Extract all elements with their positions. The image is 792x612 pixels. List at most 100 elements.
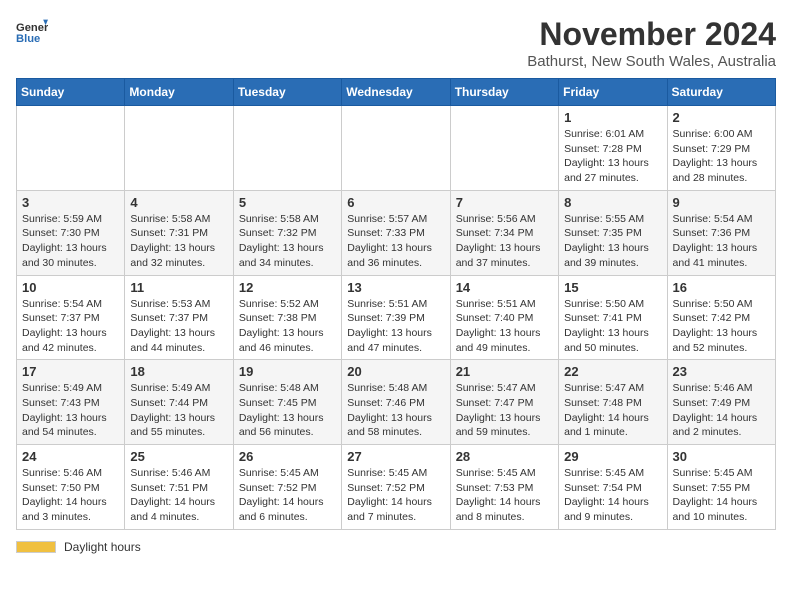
day-number: 28 — [456, 449, 553, 464]
day-number: 10 — [22, 280, 119, 295]
day-number: 12 — [239, 280, 336, 295]
calendar-cell: 11 Sunrise: 5:53 AM Sunset: 7:37 PM Dayli… — [125, 275, 233, 360]
day-info: Sunrise: 5:46 AM Sunset: 7:50 PM Dayligh… — [22, 466, 119, 525]
calendar-cell: 17Sunrise: 5:49 AM Sunset: 7:43 PM Dayli… — [17, 360, 125, 445]
calendar-week-3: 17Sunrise: 5:49 AM Sunset: 7:43 PM Dayli… — [17, 360, 776, 445]
day-info: Sunrise: 5:49 AM Sunset: 7:44 PM Dayligh… — [130, 381, 227, 440]
day-number: 7 — [456, 195, 553, 210]
calendar-week-2: 10 Sunrise: 5:54 AM Sunset: 7:37 PM Dayli… — [17, 275, 776, 360]
day-number: 25 — [130, 449, 227, 464]
day-number: 2 — [673, 110, 770, 125]
calendar-cell: 24 Sunrise: 5:46 AM Sunset: 7:50 PM Dayli… — [17, 445, 125, 530]
day-info: Sunrise: 5:54 AM Sunset: 7:37 PM Dayligh… — [22, 297, 119, 356]
day-number: 1 — [564, 110, 661, 125]
calendar-week-0: 1 Sunrise: 6:01 AM Sunset: 7:28 PM Daylig… — [17, 106, 776, 191]
day-info: Sunrise: 5:45 AM Sunset: 7:54 PM Dayligh… — [564, 466, 661, 525]
svg-text:General: General — [16, 22, 48, 34]
location-title: Bathurst, New South Wales, Australia — [527, 53, 776, 70]
day-info: Sunrise: 5:58 AM Sunset: 7:32 PM Dayligh… — [239, 212, 336, 271]
day-info: Sunrise: 5:59 AM Sunset: 7:30 PM Dayligh… — [22, 212, 119, 271]
day-info: Sunrise: 5:48 AM Sunset: 7:46 PM Dayligh… — [347, 381, 444, 440]
day-number: 21 — [456, 364, 553, 379]
day-number: 30 — [673, 449, 770, 464]
calendar-cell: 7 Sunrise: 5:56 AM Sunset: 7:34 PM Daylig… — [450, 190, 558, 275]
calendar-header-sunday: Sunday — [17, 79, 125, 106]
footer: Daylight hours — [16, 540, 776, 554]
day-number: 11 — [130, 280, 227, 295]
calendar-cell — [125, 106, 233, 191]
day-number: 15 — [564, 280, 661, 295]
calendar-cell: 25 Sunrise: 5:46 AM Sunset: 7:51 PM Dayli… — [125, 445, 233, 530]
day-number: 27 — [347, 449, 444, 464]
daylight-bar-icon — [16, 541, 56, 553]
svg-text:Blue: Blue — [16, 33, 40, 45]
day-number: 5 — [239, 195, 336, 210]
day-number: 6 — [347, 195, 444, 210]
day-info: Sunrise: 5:56 AM Sunset: 7:34 PM Dayligh… — [456, 212, 553, 271]
calendar-header-friday: Friday — [559, 79, 667, 106]
day-info: Sunrise: 5:50 AM Sunset: 7:42 PM Dayligh… — [673, 297, 770, 356]
day-info: Sunrise: 5:46 AM Sunset: 7:51 PM Dayligh… — [130, 466, 227, 525]
day-number: 24 — [22, 449, 119, 464]
calendar-table: SundayMondayTuesdayWednesdayThursdayFrid… — [16, 78, 776, 530]
calendar-header-tuesday: Tuesday — [233, 79, 341, 106]
calendar-cell — [17, 106, 125, 191]
day-info: Sunrise: 5:47 AM Sunset: 7:47 PM Dayligh… — [456, 381, 553, 440]
day-info: Sunrise: 5:51 AM Sunset: 7:39 PM Dayligh… — [347, 297, 444, 356]
calendar-cell: 21 Sunrise: 5:47 AM Sunset: 7:47 PM Dayli… — [450, 360, 558, 445]
day-info: Sunrise: 5:53 AM Sunset: 7:37 PM Dayligh… — [130, 297, 227, 356]
day-number: 17 — [22, 364, 119, 379]
day-info: Sunrise: 5:45 AM Sunset: 7:52 PM Dayligh… — [239, 466, 336, 525]
calendar-cell: 27 Sunrise: 5:45 AM Sunset: 7:52 PM Dayli… — [342, 445, 450, 530]
logo-svg: General Blue — [16, 16, 48, 52]
daylight-label: Daylight hours — [64, 540, 141, 554]
logo: General Blue — [16, 16, 48, 52]
day-number: 22 — [564, 364, 661, 379]
calendar-cell: 15Sunrise: 5:50 AM Sunset: 7:41 PM Dayli… — [559, 275, 667, 360]
day-info: Sunrise: 5:47 AM Sunset: 7:48 PM Dayligh… — [564, 381, 661, 440]
day-info: Sunrise: 5:57 AM Sunset: 7:33 PM Dayligh… — [347, 212, 444, 271]
calendar-cell: 30Sunrise: 5:45 AM Sunset: 7:55 PM Dayli… — [667, 445, 775, 530]
day-info: Sunrise: 5:45 AM Sunset: 7:52 PM Dayligh… — [347, 466, 444, 525]
calendar-header-row: SundayMondayTuesdayWednesdayThursdayFrid… — [17, 79, 776, 106]
calendar-cell: 23Sunrise: 5:46 AM Sunset: 7:49 PM Dayli… — [667, 360, 775, 445]
day-number: 16 — [673, 280, 770, 295]
day-info: Sunrise: 6:01 AM Sunset: 7:28 PM Dayligh… — [564, 127, 661, 186]
day-info: Sunrise: 5:48 AM Sunset: 7:45 PM Dayligh… — [239, 381, 336, 440]
calendar-header-monday: Monday — [125, 79, 233, 106]
calendar-cell: 18Sunrise: 5:49 AM Sunset: 7:44 PM Dayli… — [125, 360, 233, 445]
calendar-cell: 1 Sunrise: 6:01 AM Sunset: 7:28 PM Daylig… — [559, 106, 667, 191]
calendar-cell: 9Sunrise: 5:54 AM Sunset: 7:36 PM Daylig… — [667, 190, 775, 275]
calendar-cell: 12 Sunrise: 5:52 AM Sunset: 7:38 PM Dayli… — [233, 275, 341, 360]
calendar-header-saturday: Saturday — [667, 79, 775, 106]
day-number: 14 — [456, 280, 553, 295]
calendar-cell — [450, 106, 558, 191]
calendar-cell: 28 Sunrise: 5:45 AM Sunset: 7:53 PM Dayli… — [450, 445, 558, 530]
day-number: 3 — [22, 195, 119, 210]
day-number: 8 — [564, 195, 661, 210]
calendar-cell: 13 Sunrise: 5:51 AM Sunset: 7:39 PM Dayli… — [342, 275, 450, 360]
month-title: November 2024 — [527, 16, 776, 53]
calendar-week-4: 24 Sunrise: 5:46 AM Sunset: 7:50 PM Dayli… — [17, 445, 776, 530]
calendar-cell: 22 Sunrise: 5:47 AM Sunset: 7:48 PM Dayli… — [559, 360, 667, 445]
day-number: 20 — [347, 364, 444, 379]
calendar-cell — [342, 106, 450, 191]
calendar-week-1: 3 Sunrise: 5:59 AM Sunset: 7:30 PM Daylig… — [17, 190, 776, 275]
calendar-cell: 3 Sunrise: 5:59 AM Sunset: 7:30 PM Daylig… — [17, 190, 125, 275]
calendar-cell: 6 Sunrise: 5:57 AM Sunset: 7:33 PM Daylig… — [342, 190, 450, 275]
calendar-cell: 26 Sunrise: 5:45 AM Sunset: 7:52 PM Dayli… — [233, 445, 341, 530]
day-info: Sunrise: 5:52 AM Sunset: 7:38 PM Dayligh… — [239, 297, 336, 356]
calendar-cell: 2Sunrise: 6:00 AM Sunset: 7:29 PM Daylig… — [667, 106, 775, 191]
day-info: Sunrise: 5:54 AM Sunset: 7:36 PM Dayligh… — [673, 212, 770, 271]
calendar-cell: 20 Sunrise: 5:48 AM Sunset: 7:46 PM Dayli… — [342, 360, 450, 445]
calendar-cell — [233, 106, 341, 191]
day-info: Sunrise: 5:51 AM Sunset: 7:40 PM Dayligh… — [456, 297, 553, 356]
calendar-cell: 10 Sunrise: 5:54 AM Sunset: 7:37 PM Dayli… — [17, 275, 125, 360]
calendar-cell: 16 Sunrise: 5:50 AM Sunset: 7:42 PM Dayli… — [667, 275, 775, 360]
day-number: 13 — [347, 280, 444, 295]
calendar-cell: 19Sunrise: 5:48 AM Sunset: 7:45 PM Dayli… — [233, 360, 341, 445]
day-number: 26 — [239, 449, 336, 464]
day-info: Sunrise: 5:45 AM Sunset: 7:53 PM Dayligh… — [456, 466, 553, 525]
day-number: 29 — [564, 449, 661, 464]
day-info: Sunrise: 5:58 AM Sunset: 7:31 PM Dayligh… — [130, 212, 227, 271]
